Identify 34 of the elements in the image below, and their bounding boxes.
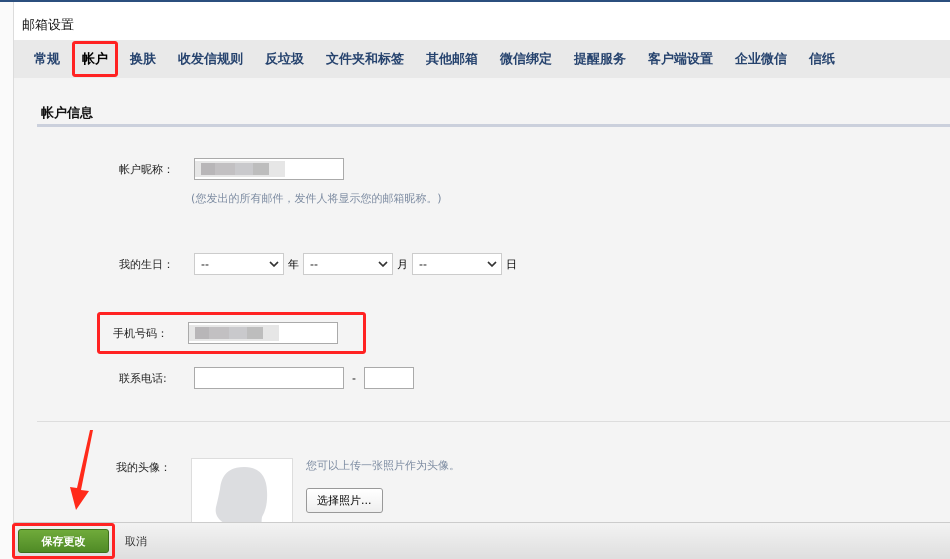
unit-label: 日 xyxy=(506,256,517,272)
tab[interactable]: 客户端设置 xyxy=(638,41,723,77)
field-label: 联系电话: xyxy=(119,370,168,386)
field-label: 我的生日： xyxy=(119,256,175,272)
tab[interactable]: 企业微信 xyxy=(725,41,797,77)
input-field[interactable] xyxy=(364,367,414,389)
tab[interactable]: 其他邮箱 xyxy=(416,41,488,77)
field-label: 手机号码： xyxy=(113,326,169,340)
input-field[interactable] xyxy=(188,322,338,344)
tab[interactable]: 收发信规则 xyxy=(168,41,253,77)
dropdown[interactable]: -- xyxy=(303,253,393,275)
field-label: 我的头像： xyxy=(116,460,172,475)
tab[interactable]: 信纸 xyxy=(799,41,845,77)
input-field[interactable] xyxy=(194,367,344,389)
input-field[interactable] xyxy=(194,158,344,180)
tab[interactable]: 微信绑定 xyxy=(490,41,562,77)
tab[interactable]: 帐户 xyxy=(72,41,118,77)
dropdown[interactable]: -- xyxy=(194,253,284,275)
hint-text: (您发出的所有邮件，发件人将显示您的邮箱昵称。) xyxy=(190,191,443,207)
unit-label: 月 xyxy=(397,256,408,272)
unit-label: 年 xyxy=(288,256,299,272)
separator: - xyxy=(352,372,356,384)
hint-text: 您可以上传一张照片作为头像。 xyxy=(306,458,460,473)
tab[interactable]: 反垃圾 xyxy=(255,41,314,77)
field-label: 帐户昵称： xyxy=(119,162,175,176)
tab[interactable]: 提醒服务 xyxy=(564,41,636,77)
section-title: 帐户信息 xyxy=(37,104,950,127)
choose-photo-button[interactable]: 选择照片... xyxy=(306,488,382,513)
tab[interactable]: 换肤 xyxy=(120,41,166,77)
window-title: 邮箱设置 xyxy=(21,17,75,35)
dropdown[interactable]: -- xyxy=(412,253,502,275)
tab[interactable]: 文件夹和标签 xyxy=(316,41,414,77)
cancel-link[interactable]: 取消 xyxy=(123,532,149,550)
tab[interactable]: 常规 xyxy=(24,41,70,77)
